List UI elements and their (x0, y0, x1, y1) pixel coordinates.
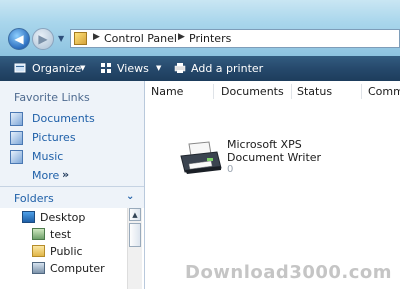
scroll-up-icon[interactable]: ▲ (129, 208, 141, 221)
column-header-documents[interactable]: Documents (221, 85, 284, 98)
scrollbar-thumb[interactable] (129, 223, 141, 247)
organize-button[interactable]: Organize (32, 62, 81, 75)
column-header-comments[interactable]: Comm (368, 85, 400, 98)
add-printer-button[interactable]: Add a printer (191, 62, 263, 75)
column-header-name[interactable]: Name (151, 85, 183, 98)
tree-item-label: Desktop (40, 211, 86, 224)
printer-name[interactable]: Microsoft XPS Document Writer (227, 138, 357, 164)
control-panel-icon (74, 32, 87, 45)
add-printer-icon (174, 63, 186, 73)
address-box[interactable]: ▶ Control Panel ▶ Printers (70, 29, 400, 48)
breadcrumb-separator-icon[interactable]: ▶ (178, 32, 185, 42)
printer-icon[interactable] (179, 140, 223, 176)
user-folder-icon (32, 228, 45, 240)
back-button[interactable]: ◀ (8, 28, 30, 50)
column-header-status[interactable]: Status (297, 85, 332, 98)
folder-tree: Desktop test Public Computer (0, 208, 144, 289)
music-icon (10, 150, 23, 164)
chevron-down-icon[interactable]: ⌄ (126, 191, 134, 202)
command-bar: Organize ▼ Views ▼ Add a printer (0, 56, 400, 81)
navigation-pane: Favorite Links Documents Pictures Music … (0, 81, 145, 289)
column-divider[interactable] (213, 84, 214, 99)
favorite-link-label: Documents (32, 112, 95, 125)
double-chevron-icon[interactable]: » (62, 168, 69, 181)
favorite-link-label: Music (32, 150, 64, 163)
watermark-text: Download3000.com (185, 262, 393, 283)
recent-pages-dropdown-icon[interactable]: ▼ (58, 34, 64, 43)
back-arrow-icon: ◀ (14, 32, 24, 46)
tree-scrollbar[interactable]: ▲ (127, 208, 142, 289)
folder-icon (32, 245, 45, 257)
views-button[interactable]: Views (117, 62, 149, 75)
pictures-icon (10, 131, 23, 145)
computer-icon (32, 262, 45, 274)
forward-arrow-icon: ▶ (38, 32, 48, 46)
column-divider[interactable] (291, 84, 292, 99)
printer-document-count: 0 (227, 164, 234, 175)
tree-item-label: Computer (50, 262, 105, 275)
organize-dropdown-icon[interactable]: ▼ (80, 64, 85, 72)
organize-icon (14, 63, 26, 73)
tree-item-label: Public (50, 245, 83, 258)
documents-icon (10, 112, 23, 126)
forward-button[interactable]: ▶ (32, 28, 54, 50)
favorite-link-label: Pictures (32, 131, 76, 144)
views-icon (101, 63, 111, 73)
favorite-links-header: Favorite Links (14, 91, 90, 104)
breadcrumb-control-panel[interactable]: Control Panel (104, 32, 177, 45)
folders-bar[interactable]: Folders ⌄ (0, 186, 144, 209)
column-header-row: Name Documents Status Comm (145, 81, 400, 103)
folders-label: Folders (14, 192, 54, 205)
breadcrumb-printers[interactable]: Printers (189, 32, 231, 45)
views-dropdown-icon[interactable]: ▼ (156, 64, 161, 72)
address-bar-area: ◀ ▶ ▼ ▶ Control Panel ▶ Printers (0, 0, 400, 56)
desktop-icon (22, 211, 35, 223)
tree-item-label: test (50, 228, 72, 241)
more-links-button[interactable]: More (32, 169, 59, 182)
file-list: Microsoft XPS Document Writer 0 (145, 102, 400, 289)
breadcrumb-separator-icon[interactable]: ▶ (93, 32, 100, 42)
column-divider[interactable] (361, 84, 362, 99)
